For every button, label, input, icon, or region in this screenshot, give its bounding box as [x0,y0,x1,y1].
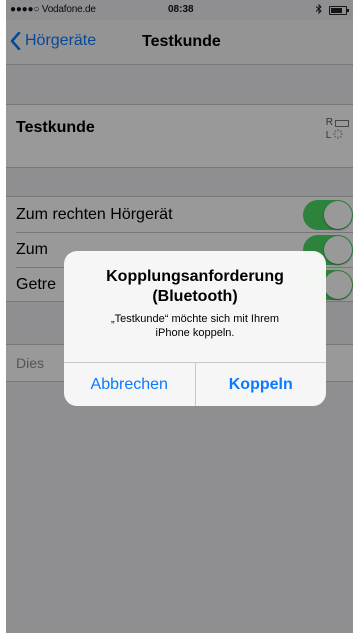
alert-message: „Testkunde“ möchte sich mit Ihrem iPhone… [80,312,310,340]
pair-button[interactable]: Koppeln [194,363,327,406]
alert-title-line: Kopplungsanforderung [106,268,284,285]
alert-button-bar: Abbrechen Koppeln [64,362,326,406]
alert-message-line: „Testkunde“ möchte sich mit Ihrem [110,313,280,325]
pairing-alert: Kopplungsanforderung (Bluetooth) „Testku… [64,251,326,406]
cancel-button[interactable]: Abbrechen [64,363,195,406]
phone-screen: ●●●●○ Vodafone.de 08:38 Hörgeräte Testku… [6,0,353,633]
alert-title: Kopplungsanforderung (Bluetooth) [64,267,326,307]
alert-message-line: iPhone koppeln. [155,327,235,339]
alert-title-line: (Bluetooth) [152,288,238,305]
